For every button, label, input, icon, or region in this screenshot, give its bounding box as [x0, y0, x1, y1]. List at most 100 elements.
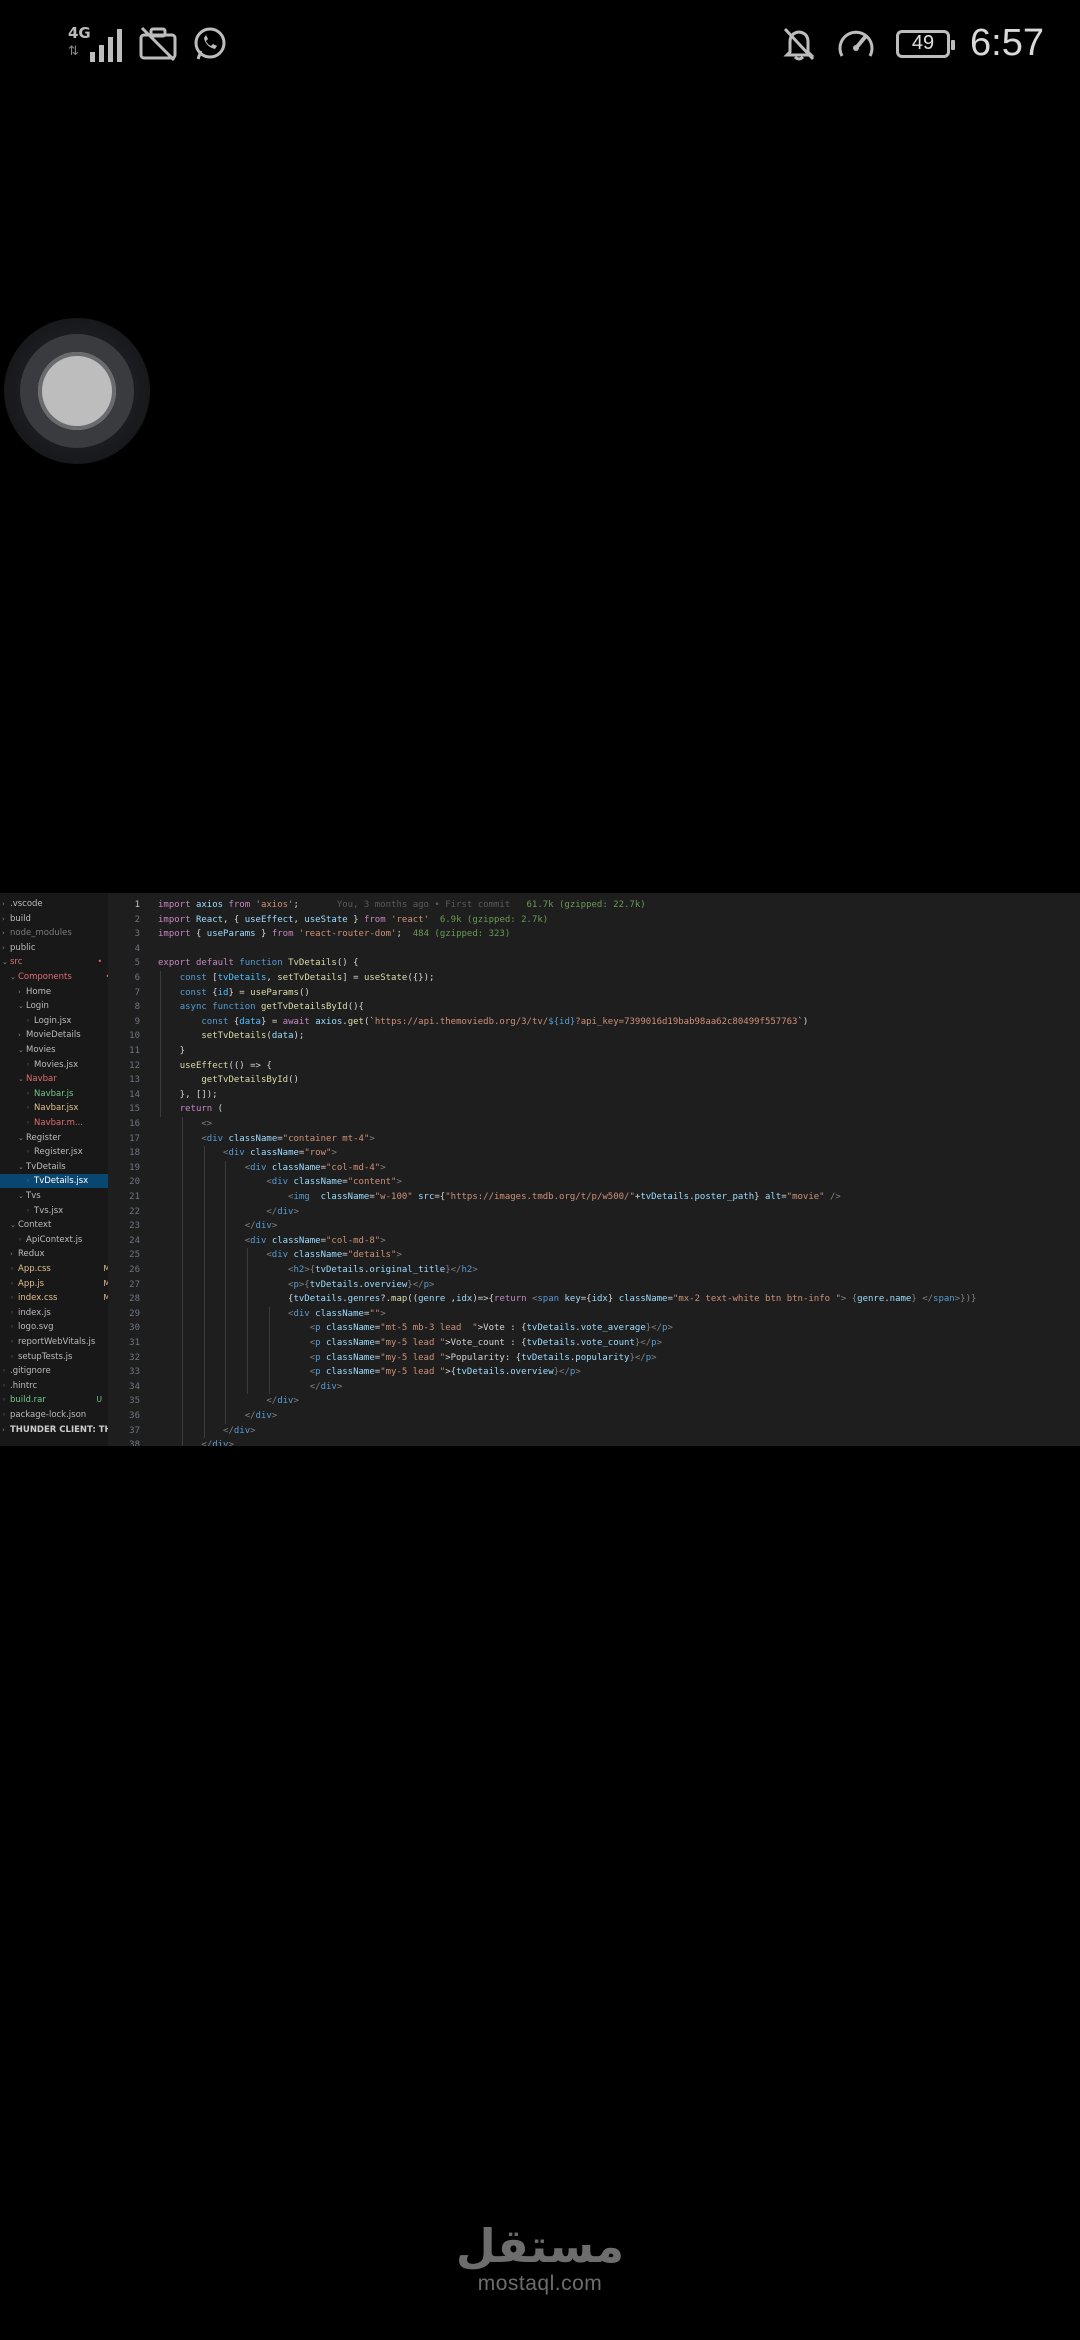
- code-token: (){: [347, 1002, 364, 1013]
- explorer-folder[interactable]: › build: [0, 912, 110, 926]
- chevron-down-icon: ⌄: [18, 1075, 24, 1084]
- code-line[interactable]: export default function TvDetails() {: [158, 956, 359, 971]
- code-line[interactable]: import { useParams } from 'react-router-…: [158, 927, 510, 942]
- explorer-file[interactable]: ◦ App.js M: [0, 1277, 118, 1291]
- code-line[interactable]: </div>: [158, 1438, 234, 1446]
- explorer-file[interactable]: ◦ reportWebVitals.js: [0, 1335, 118, 1349]
- explorer-file[interactable]: ◦ index.css M: [0, 1291, 118, 1305]
- code-token: }</: [629, 1352, 646, 1363]
- explorer-folder[interactable]: ⌄ Context: [0, 1218, 118, 1232]
- code-line[interactable]: <div className="details">: [158, 1248, 402, 1263]
- explorer-item-label: Redux: [18, 1249, 45, 1260]
- code-token: tvDetails: [293, 1294, 343, 1305]
- explorer-folder[interactable]: › Redux: [0, 1247, 118, 1261]
- code-line[interactable]: getTvDetailsById(): [158, 1073, 299, 1088]
- code-token: from: [363, 914, 392, 925]
- explorer-file[interactable]: ◦ logo.svg: [0, 1320, 118, 1334]
- code-line[interactable]: <div className="container mt-4">: [158, 1132, 374, 1147]
- code-line[interactable]: </div>: [158, 1394, 299, 1409]
- explorer-folder[interactable]: › node_modules: [0, 926, 110, 940]
- code-line[interactable]: return (: [158, 1102, 223, 1117]
- code-line[interactable]: <div className="col-md-4">: [158, 1161, 386, 1176]
- code-token: p: [315, 1367, 326, 1378]
- code-line[interactable]: </div>: [158, 1380, 343, 1395]
- git-status-badge: U: [96, 1395, 103, 1405]
- line-number: 28: [129, 1294, 140, 1305]
- code-token: </: [158, 1440, 213, 1446]
- code-line[interactable]: async function getTvDetailsById(){: [158, 1000, 364, 1015]
- code-line[interactable]: {tvDetails.genres?.map((genre ,idx)=>{re…: [158, 1292, 976, 1307]
- code-line[interactable]: <p className="mt-5 mb-3 lead ">Vote : {t…: [158, 1321, 673, 1336]
- line-number: 9: [134, 1016, 140, 1027]
- code-token: const: [201, 1016, 234, 1027]
- code-line[interactable]: import axios from 'axios'; You, 3 months…: [158, 898, 646, 913]
- code-line[interactable]: const {data} = await axios.get(`https://…: [158, 1015, 808, 1030]
- code-token: 'axios': [255, 900, 294, 910]
- explorer-file[interactable]: ◦ App.css M: [0, 1262, 118, 1276]
- line-number: 11: [129, 1046, 140, 1056]
- code-token: );: [293, 1031, 305, 1042]
- code-token: const: [179, 973, 213, 983]
- code-token: TvDetails: [288, 958, 337, 969]
- code-token: `): [797, 1016, 809, 1027]
- explorer-folder[interactable]: ⌄Components•: [0, 970, 118, 984]
- code-line[interactable]: <p>{tvDetails.overview}</p>: [158, 1278, 434, 1293]
- code-line[interactable]: </div>: [158, 1205, 299, 1220]
- code-line[interactable]: }: [158, 1044, 185, 1059]
- file-icon: ◦: [10, 1308, 15, 1317]
- explorer-item-label: logo.svg: [18, 1322, 54, 1333]
- code-line[interactable]: const [tvDetails, setTvDetails] = useSta…: [158, 971, 435, 986]
- code-line[interactable]: const {id} = useParams(): [158, 986, 310, 1001]
- code-line[interactable]: useEffect(() => {: [158, 1059, 272, 1074]
- explorer-file[interactable]: ◦ .hintrc: [0, 1379, 110, 1393]
- code-line[interactable]: <div className="">: [158, 1307, 386, 1322]
- explorer-file[interactable]: ◦ index.js: [0, 1306, 118, 1320]
- code-line[interactable]: }, []);: [158, 1088, 218, 1103]
- code-line[interactable]: <>: [158, 1117, 212, 1132]
- code-token: p: [315, 1352, 326, 1363]
- line-number: 33: [129, 1367, 140, 1378]
- code-token: getTvDetailsById: [260, 1002, 348, 1013]
- explorer-folder[interactable]: › .vscode: [0, 897, 110, 911]
- line-number: 16: [129, 1119, 140, 1129]
- code-token: />: [824, 1192, 841, 1202]
- code-token: <: [158, 1148, 229, 1159]
- line-number: 31: [129, 1338, 140, 1348]
- explorer-item-label: Register.jsx: [34, 1147, 83, 1158]
- code-token: >: [667, 1323, 673, 1334]
- code-line[interactable]: </div>: [158, 1409, 278, 1424]
- code-token: setTvDetails: [277, 973, 343, 983]
- code-line[interactable]: setTvDetails(data);: [158, 1029, 304, 1044]
- code-line[interactable]: </div>: [158, 1424, 256, 1439]
- code-line[interactable]: <p className="my-5 lead ">Popularity: {t…: [158, 1351, 657, 1366]
- code-token: p: [315, 1338, 326, 1348]
- code-line[interactable]: <div className="row">: [158, 1146, 337, 1161]
- explorer-file[interactable]: ◦ .gitignore: [0, 1364, 110, 1378]
- explorer-item-label: Tvs: [26, 1191, 41, 1201]
- code-line[interactable]: </div>: [158, 1219, 278, 1234]
- code-token: >: [651, 1352, 657, 1363]
- explorer-folder[interactable]: › public: [0, 941, 110, 955]
- code-line[interactable]: import React, { useEffect, useState } fr…: [158, 913, 548, 928]
- code-line[interactable]: <div className="col-md-8">: [158, 1234, 386, 1249]
- floating-assistive-button[interactable]: [4, 318, 150, 464]
- explorer-section-header[interactable]: › THUNDER CLIENT: THUND...: [0, 1423, 110, 1437]
- code-token: tvDetails: [456, 1367, 505, 1378]
- code-editor-screenshot: › .vscode › build › node_modules › public ⌄ src • ⌄…: [0, 893, 1080, 1446]
- explorer-file[interactable]: ◦ build.rar U: [0, 1393, 110, 1407]
- code-line[interactable]: <img className="w-100" src={"https://ima…: [158, 1190, 841, 1205]
- explorer-folder[interactable]: ⌄ src •: [0, 955, 110, 969]
- explorer-file[interactable]: ◦ setupTests.js: [0, 1350, 118, 1364]
- code-token: tvDetails: [315, 1265, 364, 1275]
- code-line[interactable]: <p className="my-5 lead ">Vote_count : {…: [158, 1336, 662, 1351]
- code-token: axios: [195, 900, 229, 910]
- code-line[interactable]: <h2>{tvDetails.original_title}</h2>: [158, 1263, 478, 1278]
- code-line[interactable]: <p className="my-5 lead ">{tvDetails.ove…: [158, 1365, 581, 1380]
- code-token: 6.9k (gzipped: 2.7k): [429, 914, 549, 925]
- file-icon: ◦: [2, 1411, 7, 1419]
- code-line[interactable]: <div className="content">: [158, 1175, 402, 1190]
- explorer-file[interactable]: ◦ package-lock.json: [0, 1408, 110, 1422]
- explorer-item-label: Login.jsx: [34, 1015, 72, 1026]
